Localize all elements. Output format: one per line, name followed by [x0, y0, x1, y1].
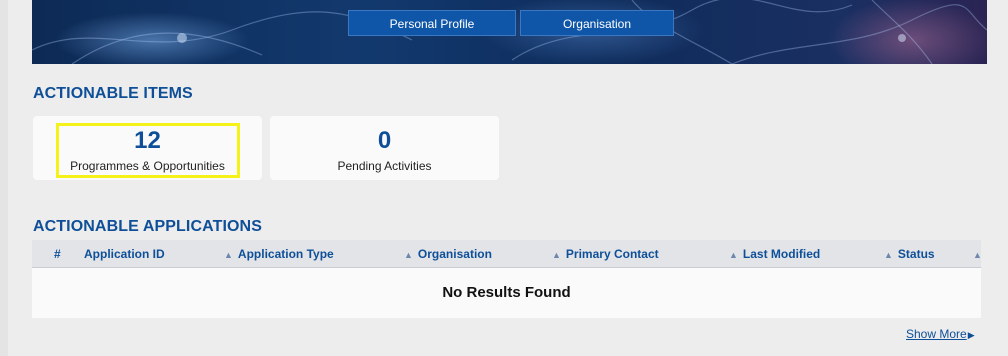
show-more-link[interactable]: Show More▶ [906, 327, 975, 341]
applications-table: # Application ID ▲︎ Application Type ▲︎ Or… [32, 240, 982, 318]
sort-icon: ▲︎ [729, 250, 738, 260]
sort-icon: ▲︎ [224, 250, 233, 260]
column-header-organisation[interactable]: ▲︎ Organisation [404, 247, 492, 261]
pending-label: Pending Activities [337, 159, 432, 173]
header-banner: Personal Profile Organisation [32, 0, 987, 64]
programmes-label: Programmes & Opportunities [70, 159, 225, 173]
column-sort-extra[interactable]: ▲︎ [973, 247, 987, 261]
actionable-applications-heading: ACTIONABLE APPLICATIONS [33, 218, 262, 235]
no-results-message: No Results Found [442, 284, 571, 301]
sort-icon: ▲︎ [884, 250, 893, 260]
programmes-opportunities-card[interactable]: 12 Programmes & Opportunities [33, 116, 262, 180]
column-header-application-type[interactable]: ▲︎ Application Type [224, 247, 334, 261]
column-header-number[interactable]: # [54, 247, 61, 261]
page-edge [0, 0, 8, 356]
sort-icon: ▲︎ [404, 250, 413, 260]
column-header-primary-contact[interactable]: ▲︎ Primary Contact [552, 247, 659, 261]
column-header-last-modified[interactable]: ▲︎ Last Modified [729, 247, 820, 261]
pending-count: 0 [377, 127, 392, 154]
sort-icon: ▲︎ [552, 250, 561, 260]
pending-activities-card[interactable]: 0 Pending Activities [270, 116, 499, 180]
actionable-items-heading: ACTIONABLE ITEMS [33, 85, 193, 102]
programmes-count: 12 [134, 127, 161, 154]
column-header-application-id[interactable]: Application ID [84, 247, 165, 261]
column-header-status[interactable]: ▲︎ Status [884, 247, 935, 261]
empty-results-row: No Results Found [32, 268, 981, 318]
show-more-label: Show More [906, 327, 967, 341]
personal-profile-button[interactable]: Personal Profile [348, 10, 516, 36]
organisation-button[interactable]: Organisation [520, 10, 674, 36]
table-header: # Application ID ▲︎ Application Type ▲︎ Or… [32, 240, 982, 268]
caret-right-icon: ▶ [967, 330, 975, 340]
sort-icon: ▲︎ [973, 250, 982, 260]
